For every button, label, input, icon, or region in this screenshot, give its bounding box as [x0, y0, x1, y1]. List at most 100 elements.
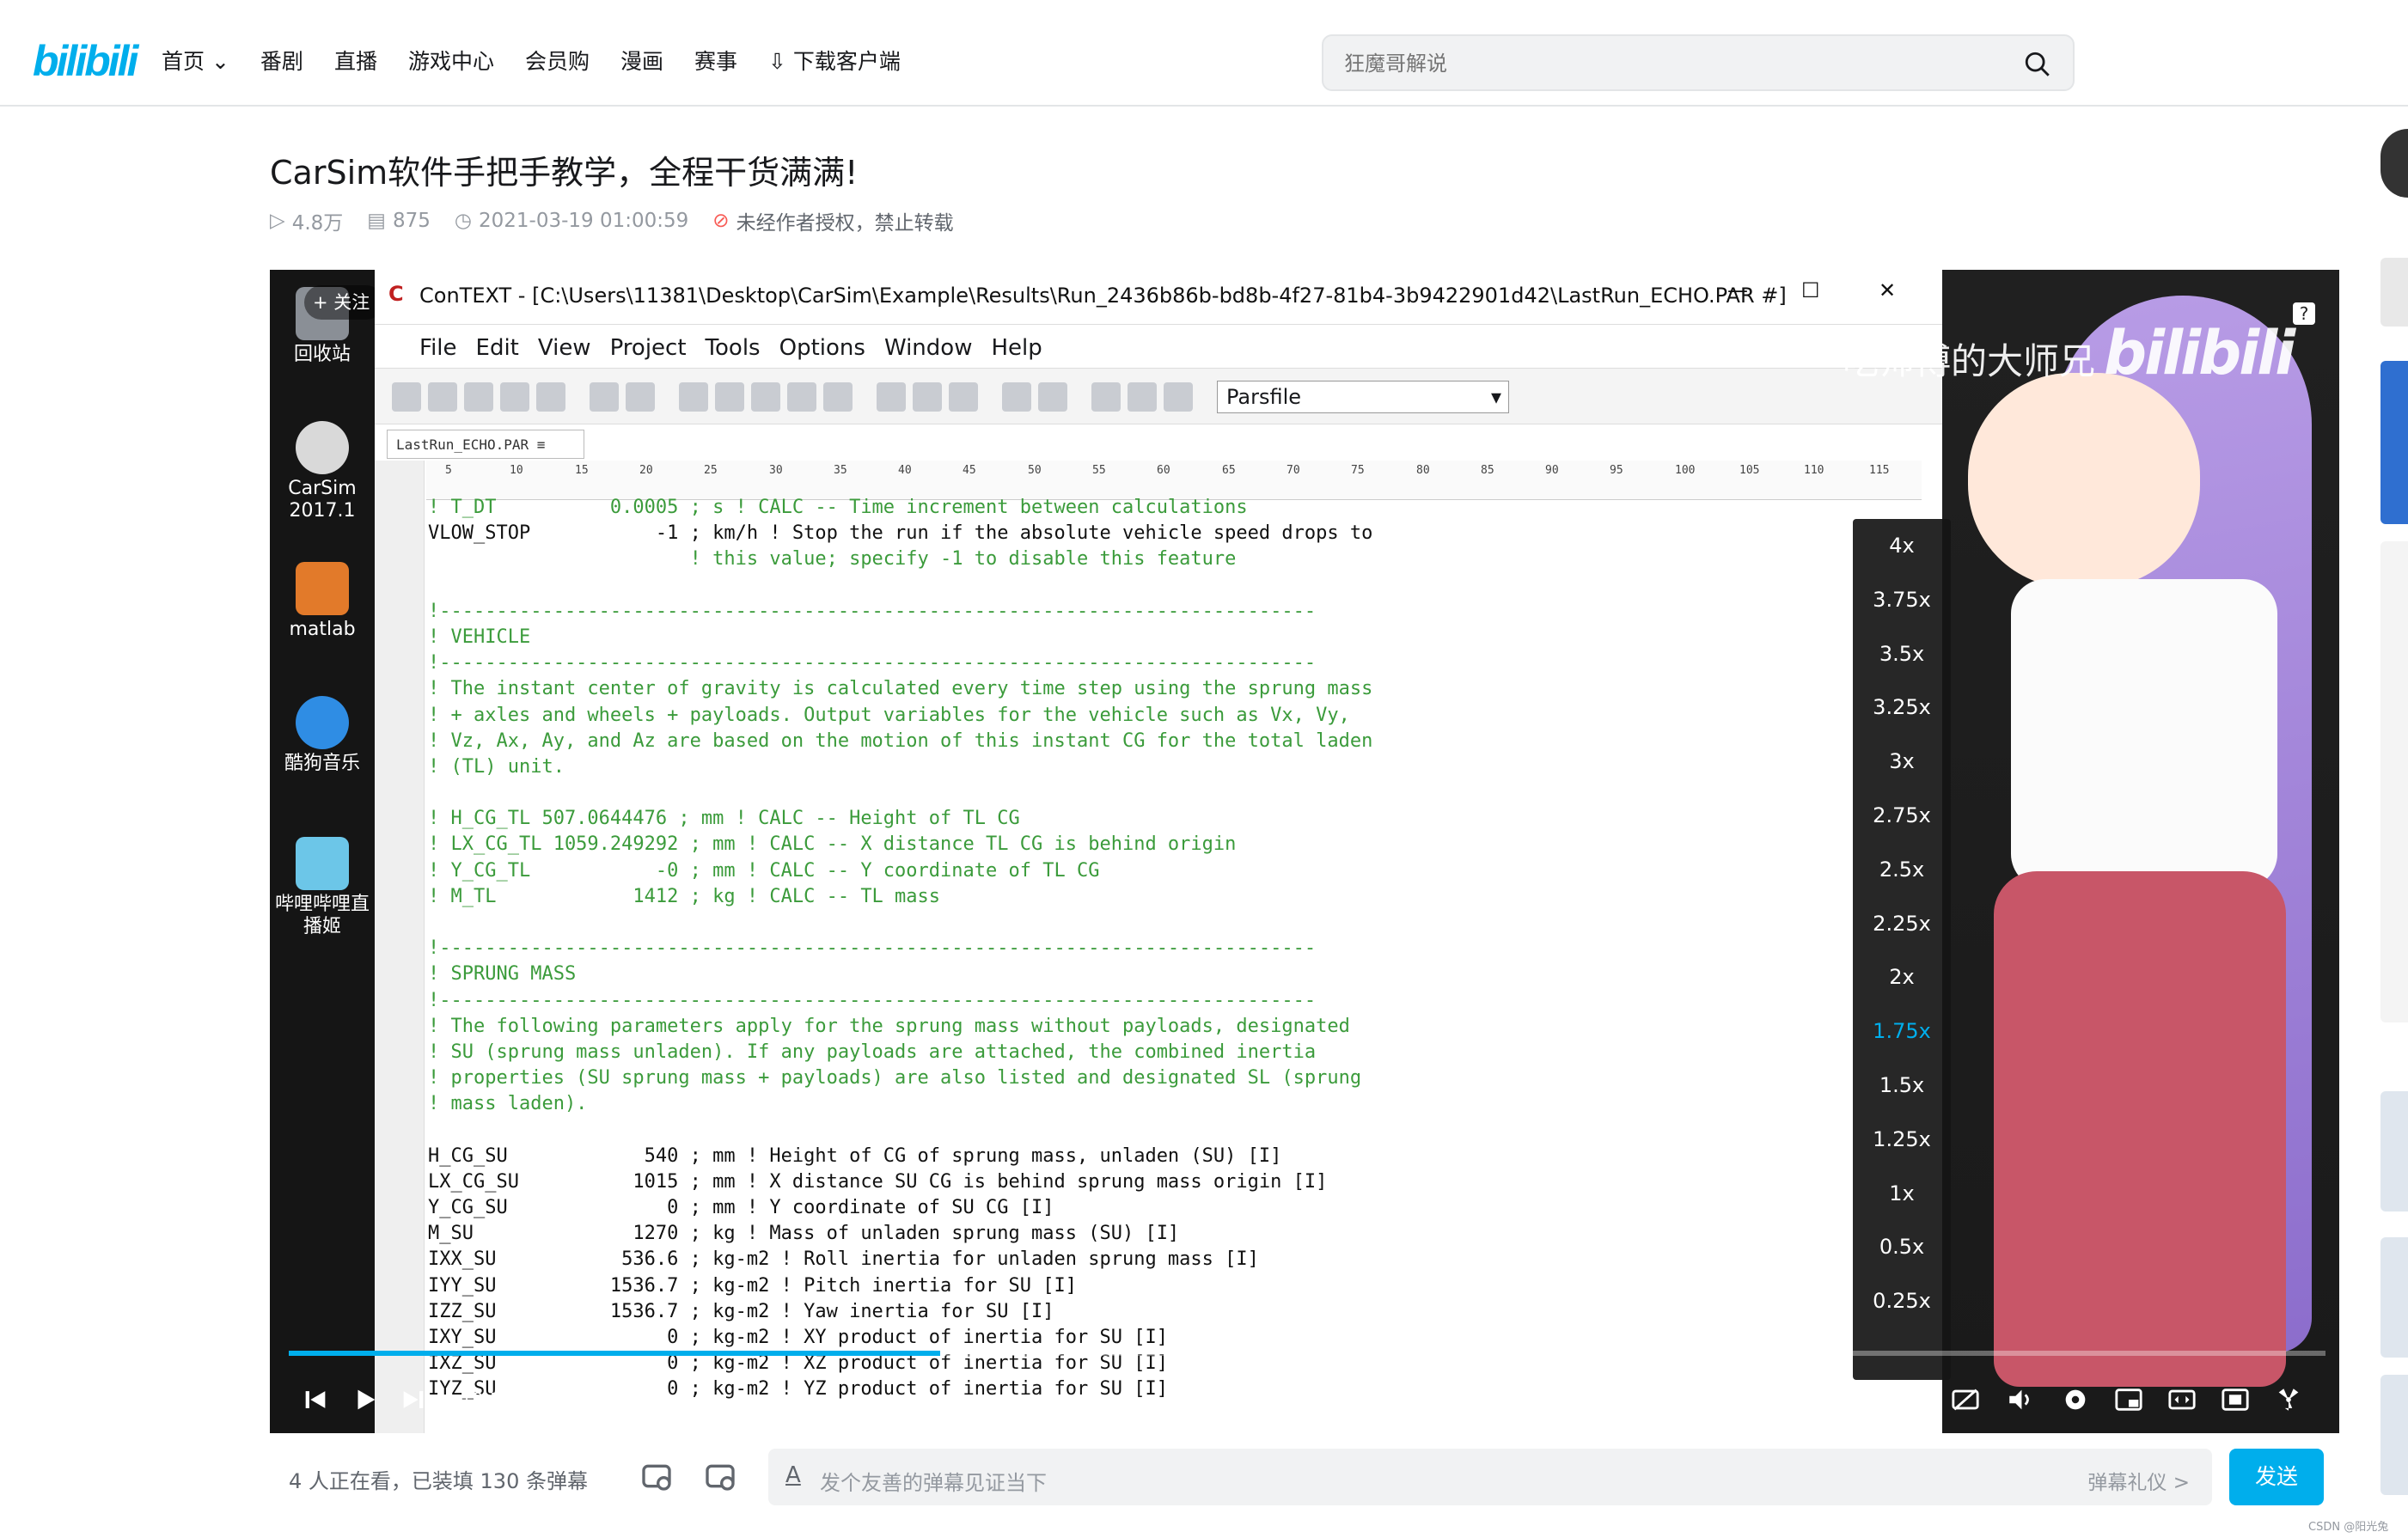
menu-edit[interactable]: Edit [476, 335, 519, 368]
replace-icon[interactable] [949, 382, 978, 412]
menu-window[interactable]: Window [884, 335, 973, 368]
send-button[interactable]: 发送 [2229, 1449, 2324, 1505]
speed-option[interactable]: 3.75x [1853, 573, 1951, 627]
new-file-icon[interactable] [392, 382, 421, 412]
minimize-icon[interactable]: — [1727, 278, 1748, 302]
speed-option[interactable]: 2.75x [1853, 789, 1951, 843]
fullscreen-icon[interactable] [2274, 1385, 2303, 1414]
tab-close-icon[interactable]: ≡ [537, 436, 546, 453]
find-next-icon[interactable] [913, 382, 942, 412]
nav-esports[interactable]: 赛事 [694, 45, 737, 76]
search-input[interactable] [1344, 48, 1997, 79]
menu-help[interactable]: Help [991, 335, 1042, 368]
undo-icon[interactable] [787, 382, 816, 412]
settings-gear-icon[interactable] [2061, 1385, 2090, 1414]
highlighter-select[interactable]: Parsfile ▾ [1217, 381, 1509, 413]
speed-option[interactable]: 3x [1853, 735, 1951, 789]
desktop-icon-bilibili-live: 哔哩哔哩直播姬 [270, 837, 375, 938]
menu-tools[interactable]: Tools [706, 335, 761, 368]
danmaku-settings-icon[interactable] [703, 1459, 737, 1493]
file-tab[interactable]: LastRun_ECHO.PAR ≡ [387, 430, 584, 459]
code-area[interactable]: ! T_DT 0.0005 ; s ! CALC -- Time increme… [426, 495, 1887, 1433]
save-all-icon[interactable] [500, 382, 529, 412]
danmaku-toggle-icon[interactable] [1951, 1385, 1980, 1414]
sidebar-thumb-3[interactable] [2380, 1375, 2408, 1495]
help-icon[interactable]: ? [2293, 302, 2315, 325]
web-fullscreen-icon[interactable] [2221, 1385, 2250, 1414]
danmaku-display-toggle-icon[interactable] [639, 1459, 674, 1493]
bilibili-logo[interactable]: bilibili [33, 36, 138, 86]
volume-icon[interactable] [2006, 1385, 2035, 1414]
copy-icon[interactable] [715, 382, 744, 412]
avatar[interactable] [2380, 129, 2408, 198]
next-icon[interactable] [399, 1385, 428, 1414]
speed-option[interactable]: 1.5x [1853, 1059, 1951, 1113]
code-line: ! Vz, Ax, Ay, and Az are based on the mo… [428, 729, 1373, 752]
play-icon[interactable] [351, 1385, 380, 1414]
speed-option[interactable]: 4x [1853, 519, 1951, 573]
close-file-icon[interactable] [536, 382, 565, 412]
find-icon[interactable] [877, 382, 906, 412]
sidebar-thumb-1[interactable] [2380, 1091, 2408, 1211]
sidebar-thumb-2[interactable] [2380, 1237, 2408, 1358]
nav-live[interactable]: 直播 [334, 45, 377, 76]
sidebar-ad[interactable] [2380, 361, 2408, 524]
danmaku-input[interactable]: A 发个友善的弹幕见证当下 弹幕礼仪 > [768, 1449, 2212, 1505]
main-nav: 首页 ⌄ 番剧 直播 游戏中心 会员购 漫画 赛事 ⇩ 下载客户端 [162, 45, 901, 76]
print-preview-icon[interactable] [626, 382, 655, 412]
user-command-2-icon[interactable] [1128, 382, 1157, 412]
user-command-1-icon[interactable] [1091, 382, 1121, 412]
follow-button[interactable]: + 关注 [304, 285, 384, 320]
nav-anime[interactable]: 番剧 [260, 45, 303, 76]
speed-option[interactable]: 2.5x [1853, 843, 1951, 897]
danmaku-etiquette-link[interactable]: 弹幕礼仪 > [2087, 1466, 2190, 1495]
paste-icon[interactable] [751, 382, 780, 412]
menu-file[interactable]: File [419, 335, 457, 368]
menu-project[interactable]: Project [610, 335, 687, 368]
close-icon[interactable]: ✕ [1879, 278, 1896, 302]
nav-shop[interactable]: 会员购 [525, 45, 590, 76]
progress-bar[interactable] [289, 1351, 2325, 1356]
code-line: H_CG_SU 540 ; mm ! Height of CG of sprun… [428, 1144, 1282, 1167]
ruler-tick-label: 110 [1804, 464, 1824, 477]
speed-option[interactable]: 1.75x [1853, 1004, 1951, 1059]
menu-options[interactable]: Options [779, 335, 865, 368]
speed-option[interactable]: 3.5x [1853, 627, 1951, 681]
speed-option[interactable]: 2.25x [1853, 897, 1951, 951]
menu-view[interactable]: View [538, 335, 591, 368]
save-icon[interactable] [464, 382, 493, 412]
user-command-3-icon[interactable] [1164, 382, 1193, 412]
nav-home[interactable]: 首页 ⌄ [162, 45, 229, 76]
redo-icon[interactable] [823, 382, 853, 412]
quality-button[interactable]: 720P 高清 [1755, 1366, 1855, 1433]
widescreen-icon[interactable] [2167, 1385, 2197, 1414]
print-icon[interactable] [590, 382, 619, 412]
speed-option[interactable]: 2x [1853, 950, 1951, 1004]
speed-option[interactable]: 0.25x [1853, 1274, 1951, 1328]
speed-button[interactable]: 1.75x [1879, 1366, 1937, 1433]
previous-icon[interactable] [301, 1385, 330, 1414]
nav-manga[interactable]: 漫画 [620, 45, 663, 76]
speed-option[interactable]: 3.25x [1853, 681, 1951, 735]
editor-toolbar: Parsfile ▾ [375, 368, 1942, 424]
goto-icon[interactable] [1038, 382, 1067, 412]
bookmark-icon[interactable] [1002, 382, 1031, 412]
speed-option[interactable]: 0.5x [1853, 1220, 1951, 1274]
text-style-icon[interactable]: A [785, 1462, 801, 1488]
sidebar-card[interactable] [2380, 258, 2408, 327]
code-line: ! H_CG_TL 507.0644476 ; mm ! CALC -- Hei… [428, 808, 1020, 830]
maximize-icon[interactable]: ☐ [1801, 278, 1820, 302]
code-line: Y_CG_SU 0 ; mm ! Y coordinate of SU CG [… [428, 1197, 1054, 1219]
nav-download-client[interactable]: ⇩ 下载客户端 [768, 45, 901, 76]
video-player[interactable]: 回收站 CarSim 2017.1 matlab 酷狗音乐 哔哩哔哩直播姬 + … [270, 270, 2339, 1433]
cut-icon[interactable] [679, 382, 708, 412]
speed-option[interactable]: 1x [1853, 1167, 1951, 1221]
open-file-icon[interactable] [428, 382, 457, 412]
forbidden-icon: ⊘ [712, 210, 730, 232]
nav-game-center[interactable]: 游戏中心 [408, 45, 494, 76]
speed-option[interactable]: 1.25x [1853, 1113, 1951, 1167]
search-icon[interactable] [2023, 50, 2052, 79]
picture-in-picture-icon[interactable] [2114, 1385, 2143, 1414]
ruler-tick-label: 40 [898, 464, 912, 477]
